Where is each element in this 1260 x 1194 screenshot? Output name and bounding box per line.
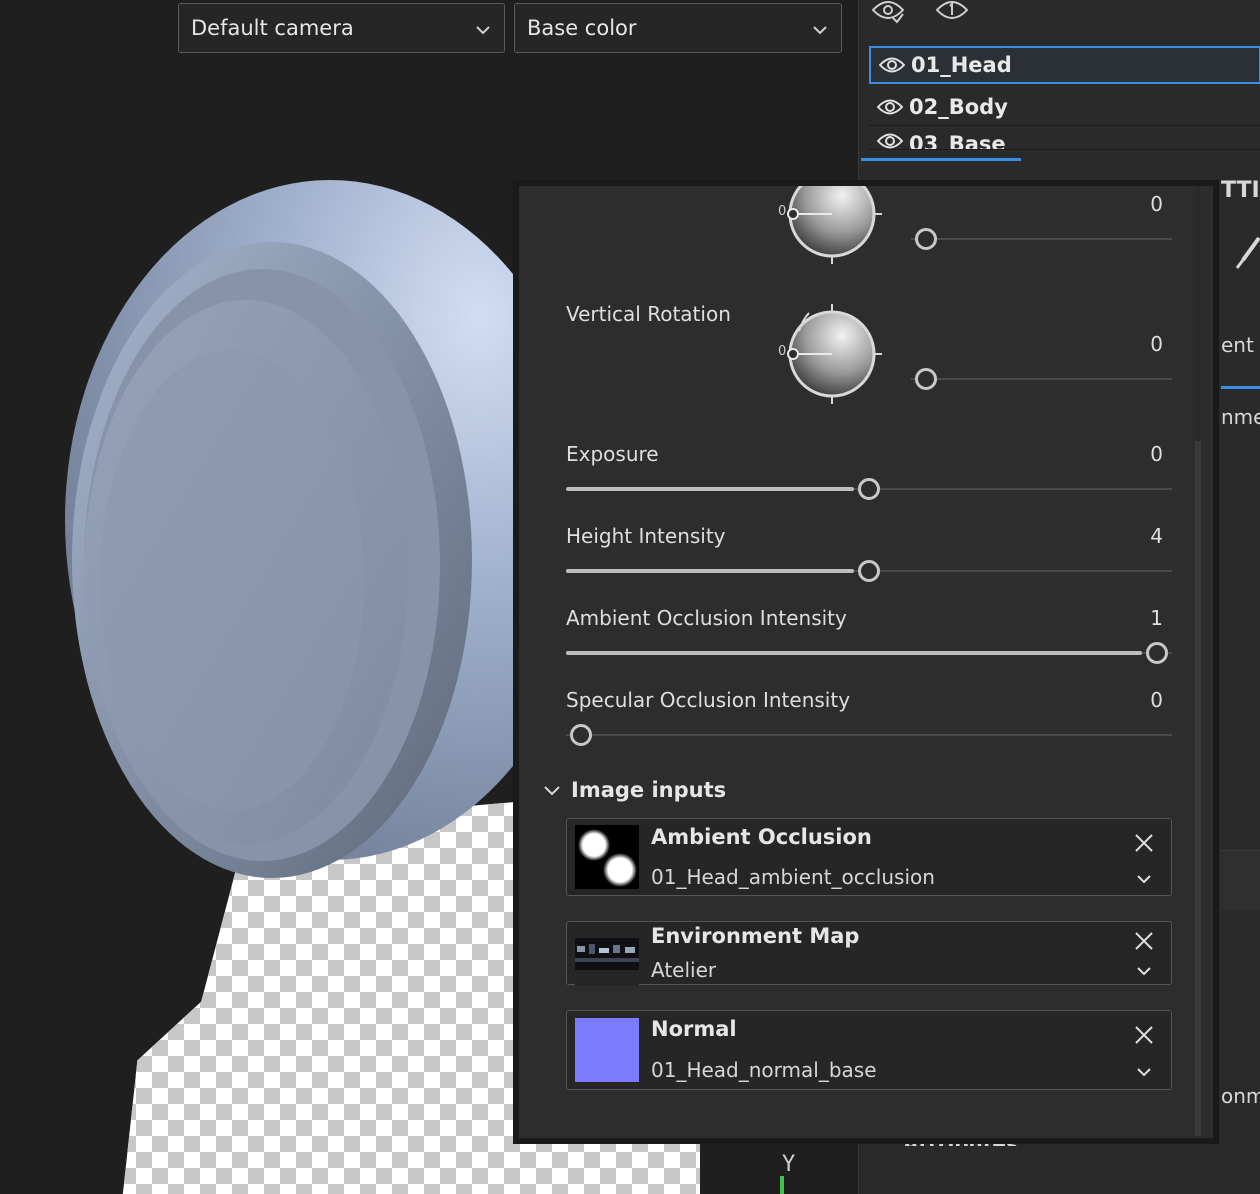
slider-fill	[566, 569, 854, 573]
slider-track	[911, 238, 1172, 240]
camera-dropdown[interactable]: Default camera	[178, 3, 505, 53]
input-title: Environment Map	[651, 924, 860, 948]
chevron-down-icon	[544, 786, 560, 796]
layer-item-02-body[interactable]: 02_Body	[869, 88, 1260, 126]
ao-intensity-label: Ambient Occlusion Intensity	[566, 606, 847, 630]
panel-item-fragment: onme	[1221, 1084, 1260, 1108]
horizontal-rotation-slider[interactable]	[911, 228, 1172, 250]
input-value: 01_Head_ambient_occlusion	[651, 865, 935, 889]
image-inputs-header[interactable]: Image inputs	[541, 778, 726, 802]
ao-intensity-slider[interactable]	[566, 642, 1172, 664]
close-icon[interactable]	[1133, 1024, 1155, 1046]
eye-icon[interactable]	[879, 56, 905, 74]
horizontal-rotation-value: 0	[1150, 192, 1163, 216]
height-intensity-label: Height Intensity	[566, 524, 726, 548]
tab-title-fragment: TTI	[1221, 178, 1260, 203]
camera-dropdown-label: Default camera	[191, 16, 354, 40]
active-tab-indicator	[861, 158, 1021, 161]
horizontal-rotation-dial[interactable]	[777, 186, 887, 269]
chevron-down-icon	[811, 20, 829, 38]
slider-knob[interactable]	[570, 724, 592, 746]
chevron-down-icon	[474, 20, 492, 38]
panel-section	[1221, 850, 1260, 910]
environment-map-thumbnail	[575, 922, 639, 986]
layer-name: 03_Base	[909, 132, 1006, 150]
panel-item-fragment: nme	[1221, 405, 1260, 429]
vertical-rotation-label: Vertical Rotation	[566, 302, 731, 326]
image-inputs-title: Image inputs	[571, 778, 727, 802]
eye-icon[interactable]	[877, 98, 903, 116]
exposure-slider[interactable]	[566, 478, 1172, 500]
isolate-icon[interactable]	[935, 0, 969, 26]
input-value: 01_Head_normal_base	[651, 1058, 877, 1082]
slider-track	[911, 378, 1172, 380]
so-intensity-value: 0	[1150, 688, 1163, 712]
environment-settings-popup: 0 0 Vertical Rotation 0 0 Exposure 0 Hei…	[513, 180, 1219, 1144]
slider-knob[interactable]	[915, 228, 937, 250]
input-title: Ambient Occlusion	[651, 825, 872, 849]
slider-fill	[566, 651, 1142, 655]
close-icon[interactable]	[1133, 930, 1155, 952]
channel-dropdown-label: Base color	[527, 16, 637, 40]
input-value: Atelier	[651, 958, 717, 982]
chevron-down-icon[interactable]	[1135, 962, 1153, 980]
input-title: Normal	[651, 1017, 737, 1041]
dial-zero-mark: 0	[778, 344, 787, 359]
ao-map-thumbnail	[575, 825, 639, 889]
chevron-down-icon[interactable]	[1135, 870, 1153, 888]
axis-y-label: Y	[782, 1152, 796, 1177]
scrollbar-thumb[interactable]	[1195, 186, 1201, 441]
slider-fill	[566, 487, 854, 491]
slider-knob[interactable]	[915, 368, 937, 390]
image-input-ambient-occlusion[interactable]: Ambient Occlusion 01_Head_ambient_occlus…	[566, 818, 1172, 896]
panel-item-fragment: ent	[1221, 333, 1254, 357]
normal-map-thumbnail	[575, 1018, 639, 1082]
chevron-down-icon[interactable]	[1135, 1063, 1153, 1081]
exposure-label: Exposure	[566, 442, 659, 466]
vertical-rotation-value: 0	[1150, 332, 1163, 356]
dial-zero-mark: 0	[778, 204, 787, 219]
image-input-environment-map[interactable]: Environment Map Atelier	[566, 921, 1172, 986]
layer-name: 02_Body	[909, 94, 1008, 119]
height-intensity-slider[interactable]	[566, 560, 1172, 582]
axis-y-gizmo	[780, 1176, 784, 1194]
channel-dropdown[interactable]: Base color	[514, 3, 842, 53]
ao-intensity-value: 1	[1150, 606, 1163, 630]
close-icon[interactable]	[1133, 832, 1155, 854]
slider-knob[interactable]	[858, 478, 880, 500]
so-intensity-slider[interactable]	[566, 724, 1172, 746]
layer-toolbar	[859, 0, 1260, 44]
scrollbar[interactable]	[1195, 186, 1201, 1136]
image-input-normal[interactable]: Normal 01_Head_normal_base	[566, 1010, 1172, 1090]
slider-knob[interactable]	[1146, 642, 1168, 664]
vertical-rotation-slider[interactable]	[911, 368, 1172, 390]
visibility-toggle-icon[interactable]	[871, 0, 905, 26]
slider-track	[566, 734, 1172, 736]
slider-knob[interactable]	[858, 560, 880, 582]
brush-icon[interactable]	[1235, 232, 1260, 272]
layer-item-03-base[interactable]: 03_Base	[869, 128, 1260, 150]
height-intensity-value: 4	[1150, 524, 1163, 548]
so-intensity-label: Specular Occlusion Intensity	[566, 688, 851, 712]
eye-icon[interactable]	[877, 132, 903, 150]
exposure-value: 0	[1150, 442, 1163, 466]
layer-item-01-head[interactable]: 01_Head	[869, 46, 1260, 84]
vertical-rotation-dial[interactable]	[777, 299, 887, 409]
selected-item-indicator	[1221, 386, 1260, 389]
layer-name: 01_Head	[911, 53, 1012, 77]
